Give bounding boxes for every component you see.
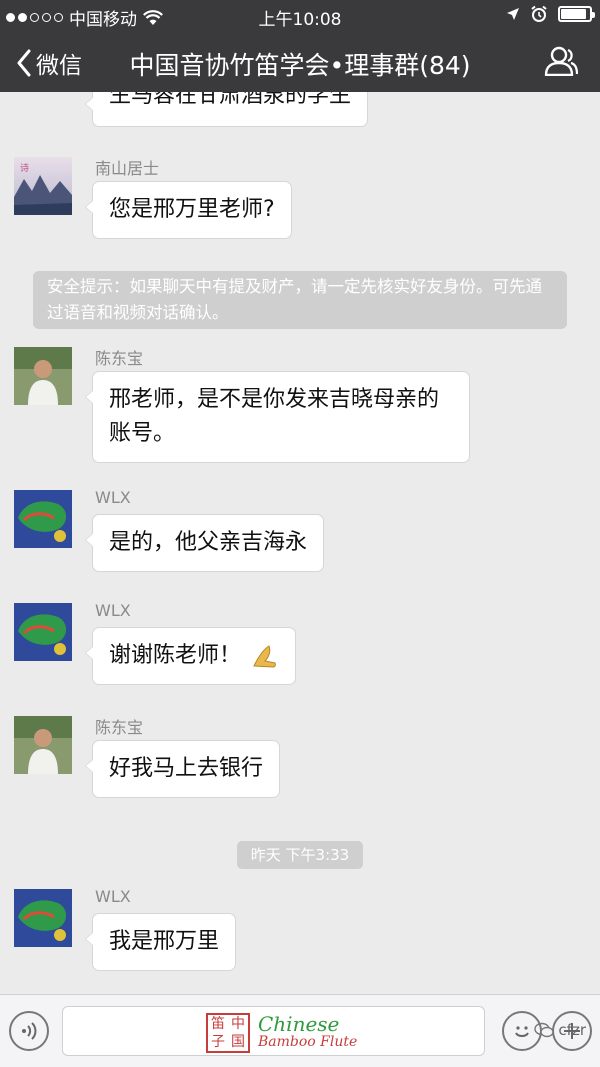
message-bubble[interactable]: 邢老师，是不是你发来吉晓母亲的 账号。 xyxy=(85,371,470,463)
message-bubble[interactable]: 谢谢陈老师！ xyxy=(84,627,297,685)
voice-input-button[interactable] xyxy=(9,1011,49,1051)
status-right xyxy=(506,5,595,23)
sender-name: WLX xyxy=(95,601,131,620)
flute-society-logo: 笛 中 子 国 Chinese Bamboo Flute xyxy=(206,1013,357,1053)
logo-seal: 笛 中 子 国 xyxy=(206,1013,250,1053)
avatar[interactable] xyxy=(14,716,72,774)
message-text: 我是邢万里 xyxy=(109,929,220,954)
status-bar: 中国移动 上午10:08 xyxy=(0,0,600,32)
message-text: 好我马上去银行 xyxy=(109,756,264,781)
battery-level xyxy=(561,9,587,19)
person-icon xyxy=(544,46,579,77)
avatar[interactable]: 诗 xyxy=(14,157,72,215)
alarm-clock-icon xyxy=(531,5,547,22)
group-info-button[interactable] xyxy=(544,46,579,80)
message-bubble[interactable]: 是的，他父亲吉海永 xyxy=(84,514,325,572)
time-divider: 昨天 下午3:33 xyxy=(237,841,363,869)
input-bar: 笛 中 子 国 Chinese Bamboo Flute cfzr xyxy=(0,994,600,1067)
message-text-line2: 账号。 xyxy=(109,421,176,446)
sender-name: WLX xyxy=(95,887,131,906)
message-text: 邢老师，是不是你发来吉晓母亲的 xyxy=(109,387,440,412)
logo-line1: Chinese xyxy=(258,1012,340,1036)
message-input[interactable]: 笛 中 子 国 Chinese Bamboo Flute xyxy=(62,1006,485,1056)
sender-name: 陈东宝 xyxy=(95,718,144,737)
watermark: cfzr xyxy=(534,1021,586,1039)
avatar[interactable] xyxy=(14,889,72,947)
svg-text:诗: 诗 xyxy=(20,163,29,174)
message-text: 您是邢万里老师? xyxy=(109,197,275,222)
message-text: 是的，他父亲吉海永 xyxy=(109,530,308,555)
folded-hands-emoji-icon xyxy=(253,645,276,668)
watermark-text: cfzr xyxy=(558,1021,586,1039)
chat-title: 中国音协竹笛学会•理事群(84) xyxy=(129,51,471,80)
sender-name: 南山居士 xyxy=(95,159,160,178)
security-notice: 安全提示：如果聊天中有提及财产，请一定先核实好友身份。可先通过语音和视频对话确认… xyxy=(33,271,567,329)
message-text: 生马蓉在甘肃酒泉的学生 xyxy=(109,92,352,108)
wechat-logo-icon xyxy=(534,1022,555,1038)
battery-icon xyxy=(558,6,595,22)
logo-text: Chinese Bamboo Flute xyxy=(258,1012,358,1051)
voice-icon xyxy=(22,1022,37,1040)
message-bubble[interactable]: 好我马上去银行 xyxy=(84,740,281,798)
location-arrow-icon xyxy=(507,8,519,20)
nav-bar: 微信 中国音协竹笛学会•理事群(84) xyxy=(0,32,600,92)
logo-line2: Bamboo Flute xyxy=(258,1034,358,1050)
message-bubble[interactable]: 您是邢万里老师? xyxy=(85,181,292,239)
avatar[interactable] xyxy=(14,490,72,548)
avatar[interactable] xyxy=(14,603,72,661)
message-bubble[interactable]: 我是邢万里 xyxy=(84,913,237,971)
chat-area[interactable]: 生马蓉在甘肃酒泉的学生 诗 南山居士 您是邢万里老师? 安全提示：如果聊天中有提… xyxy=(0,92,600,992)
sender-name: 陈东宝 xyxy=(95,349,144,368)
message-text: 谢谢陈老师！ xyxy=(109,643,242,668)
message-bubble-partial[interactable]: 生马蓉在甘肃酒泉的学生 xyxy=(84,92,369,127)
avatar[interactable] xyxy=(14,347,72,405)
sender-name: WLX xyxy=(95,488,131,507)
smiley-icon xyxy=(515,1026,529,1037)
